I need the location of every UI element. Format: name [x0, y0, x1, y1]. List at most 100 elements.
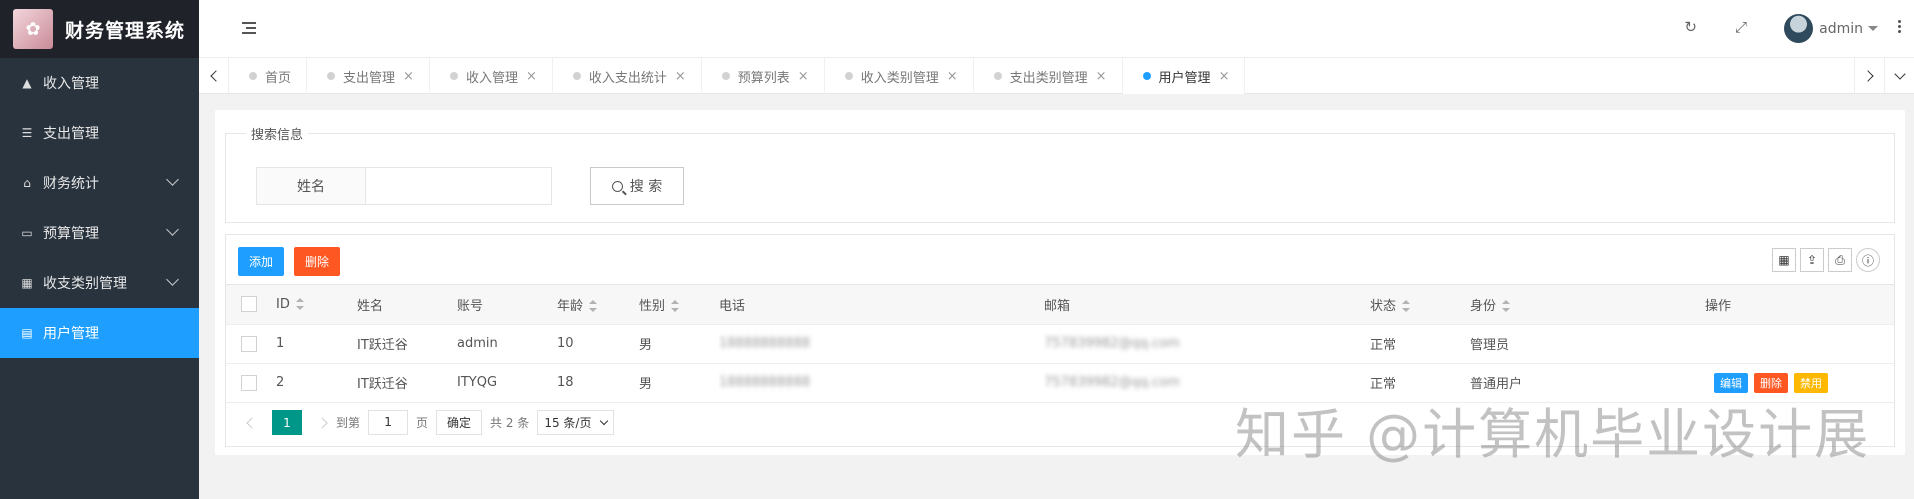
- tab-item[interactable]: 预算列表 ×: [702, 58, 825, 94]
- sort-icon[interactable]: [295, 298, 304, 311]
- cell-name-text: IT跃迁谷: [357, 377, 408, 392]
- more-vertical-icon[interactable]: [1898, 20, 1902, 35]
- tab-close-icon[interactable]: ×: [1096, 69, 1107, 84]
- sidebar-item-users[interactable]: ▤ 用户管理: [0, 308, 199, 358]
- tab-close-icon[interactable]: ×: [526, 69, 537, 84]
- page-unit-label: 页: [416, 416, 429, 430]
- tab-label: 支出管理: [343, 70, 396, 86]
- cell-account-text: admin: [457, 336, 498, 351]
- print-icon[interactable]: ⎙: [1828, 248, 1852, 272]
- tab-item[interactable]: 首页: [229, 58, 308, 94]
- tab-close-icon[interactable]: ×: [798, 69, 809, 84]
- sidebar-item-expense[interactable]: ☰ 支出管理: [0, 108, 199, 158]
- sidebar-item-income[interactable]: ▲ 收入管理: [0, 58, 199, 108]
- table-toolbar: 添加 删除 ▦ ⇪ ⎙ ⓘ: [226, 235, 1894, 285]
- cell-age-text: 10: [557, 336, 574, 351]
- sidebar-item-label: 用户管理: [43, 326, 99, 342]
- add-button[interactable]: 添加: [238, 247, 284, 276]
- tab-close-icon[interactable]: ×: [675, 69, 686, 84]
- column-header-gender[interactable]: 性别: [639, 285, 719, 325]
- chevron-down-icon: [1893, 68, 1906, 80]
- tab-scroll-right-button[interactable]: [1854, 58, 1884, 94]
- sidebar-item-label: 收支类别管理: [43, 276, 127, 292]
- column-header-ops: 操作: [1652, 285, 1894, 325]
- menu-toggle-icon[interactable]: [242, 22, 256, 34]
- table-header-row: ID 姓名 账号 年龄 性别 电话 邮箱 状态 身份 操作: [226, 285, 1894, 325]
- pagination: 1 到第 1 页 确定 共 2 条 15 条/页: [226, 403, 1894, 443]
- tab-item[interactable]: 收入管理 ×: [430, 58, 553, 94]
- disable-button[interactable]: 禁用: [1794, 372, 1828, 393]
- avatar: [1784, 14, 1814, 43]
- tab-close-icon[interactable]: ×: [403, 69, 414, 84]
- sidebar-item-label: 收入管理: [43, 76, 99, 92]
- tab-item[interactable]: 收入类别管理 ×: [825, 58, 974, 94]
- row-checkbox[interactable]: [241, 335, 257, 352]
- search-button[interactable]: 搜 索: [590, 167, 684, 205]
- cell-role-text: 管理员: [1470, 338, 1510, 353]
- columns-filter-icon[interactable]: ▦: [1772, 248, 1796, 272]
- page-size-select[interactable]: 15 条/页: [537, 410, 615, 435]
- sidebar-item-categories[interactable]: ▦ 收支类别管理: [0, 258, 199, 308]
- home-icon: ⌂: [23, 176, 31, 190]
- cell-age: 10: [557, 324, 639, 364]
- tab-item[interactable]: 收入支出统计 ×: [553, 58, 702, 94]
- info-icon[interactable]: ⓘ: [1856, 248, 1880, 272]
- column-header-age[interactable]: 年龄: [557, 285, 639, 325]
- tab-menu-button[interactable]: [1884, 58, 1914, 94]
- sort-icon[interactable]: [1402, 300, 1411, 313]
- search-legend: 搜索信息: [251, 128, 304, 143]
- cell-id-text: 2: [276, 375, 285, 390]
- tab-item[interactable]: 支出管理 ×: [307, 58, 430, 94]
- tab-item[interactable]: 用户管理 ×: [1122, 58, 1246, 94]
- name-search-input[interactable]: [365, 167, 552, 205]
- tab-item[interactable]: 支出类别管理 ×: [974, 58, 1123, 94]
- window-icon: ▭: [21, 226, 33, 240]
- tab-close-icon[interactable]: ×: [947, 69, 958, 84]
- prev-page-icon[interactable]: [246, 416, 258, 429]
- column-header-email: 邮箱: [1044, 285, 1370, 325]
- server-icon: ☰: [21, 126, 33, 140]
- page-current[interactable]: 1: [272, 410, 302, 435]
- tab-label: 预算列表: [737, 70, 790, 86]
- export-icon[interactable]: ⇪: [1800, 248, 1824, 272]
- sort-icon[interactable]: [589, 300, 598, 313]
- chevron-down-icon: [600, 416, 609, 426]
- column-header-role[interactable]: 身份: [1470, 285, 1652, 325]
- goto-page-input[interactable]: 1: [368, 410, 409, 435]
- select-all-checkbox[interactable]: [241, 296, 257, 313]
- sidebar-item-finance-stats[interactable]: ⌂ 财务统计: [0, 158, 199, 208]
- cell-name: IT跃迁谷: [357, 363, 457, 403]
- calendar-icon: ▦: [21, 276, 33, 290]
- cell-age: 18: [557, 363, 639, 403]
- sort-icon[interactable]: [1502, 300, 1511, 313]
- user-menu[interactable]: admin: [1784, 14, 1878, 43]
- cell-phone-text: 18888888888: [719, 375, 810, 390]
- refresh-icon[interactable]: ↻: [1684, 18, 1697, 36]
- next-page-icon[interactable]: [316, 416, 328, 429]
- tab-bar: 首页 支出管理 × 收入管理 × 收入支出统计 × 预算列表 × 收入类别管理 × 支出类别管理 × 用户…: [199, 58, 1914, 94]
- user-table-panel: 添加 删除 ▦ ⇪ ⎙ ⓘ ID 姓名 账号 年龄 性别 电话 邮箱 状态 身份…: [225, 234, 1895, 447]
- cell-id-text: 1: [276, 336, 285, 351]
- edit-button[interactable]: 编辑: [1714, 372, 1748, 393]
- sidebar-item-label: 支出管理: [43, 126, 99, 142]
- top-header: ↻ ⤢ admin: [199, 0, 1914, 58]
- sort-icon[interactable]: [671, 300, 680, 313]
- tab-dot-icon: [249, 72, 257, 80]
- tab-scroll-left-button[interactable]: [199, 58, 229, 94]
- fullscreen-icon[interactable]: ⤢: [1735, 18, 1747, 36]
- name-label: 姓名: [256, 167, 366, 205]
- column-header-status[interactable]: 状态: [1370, 285, 1470, 325]
- chevron-down-icon: [166, 273, 179, 286]
- sidebar-item-budget[interactable]: ▭ 预算管理: [0, 208, 199, 258]
- tab-label: 收入管理: [465, 70, 518, 86]
- row-checkbox[interactable]: [241, 374, 257, 391]
- cell-id: 2: [276, 363, 357, 403]
- column-header-id[interactable]: ID: [276, 285, 357, 325]
- delete-button[interactable]: 删除: [294, 247, 340, 276]
- select-all-cell: [226, 285, 276, 325]
- tab-close-icon[interactable]: ×: [1219, 69, 1230, 84]
- row-ops-cell: [1652, 324, 1894, 364]
- delete-row-button[interactable]: 删除: [1754, 372, 1788, 393]
- goto-confirm-button[interactable]: 确定: [436, 410, 483, 435]
- caret-down-icon: [1868, 26, 1878, 31]
